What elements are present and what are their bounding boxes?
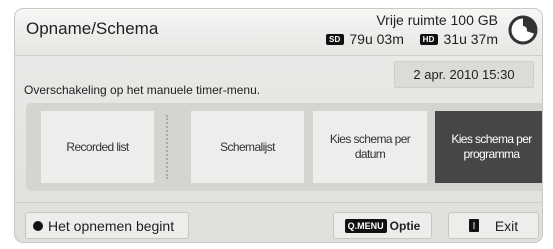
menu-item-schedule-by-date[interactable]: Kies schema per datum [313,111,427,183]
menu-item-recorded-list[interactable]: Recorded list [41,111,154,183]
menu-item-schedule-by-program[interactable]: Kies schema per programma [435,111,542,183]
footer-divider [15,202,542,203]
qmenu-key-badge: Q.MENU [344,218,387,233]
hd-badge: HD [419,34,438,45]
hd-remaining-time: 31u 37m [443,31,498,47]
option-button[interactable]: Q.MENU Optie [333,212,432,239]
header-bar: Opname/Schema Vrije ruimte 100 GB SD 79u… [15,9,542,56]
current-date-time: 2 apr. 2010 15:30 [394,61,534,88]
sd-badge: SD [325,34,344,45]
disc-usage-pie-icon [508,15,538,45]
mode-message: Overschakeling op het manuele timer-menu… [24,83,261,97]
menu-item-label: Kies schema per datum [329,132,411,161]
sd-remaining-time: 79u 03m [349,31,404,47]
menu-item-schedule-list[interactable]: Schemalijst [191,111,304,183]
exit-label: Exit [494,217,519,234]
record-dot-icon [33,220,43,231]
remaining-time-row: SD 79u 03m HD 31u 37m [325,31,498,47]
schedule-menu: Recorded list Schemalijst Kies schema pe… [26,103,542,191]
menu-item-label: Kies schema per programma [451,132,532,161]
menu-separator [166,115,168,179]
page-title: Opname/Schema [26,19,159,38]
start-recording-button[interactable]: Het opnemen begint [25,212,189,239]
exit-key-icon [468,219,479,232]
start-recording-label: Het opnemen begint [48,217,175,234]
menu-item-label: Schemalijst [220,139,275,154]
free-space-label: Vrije ruimte 100 GB [376,12,498,28]
exit-button[interactable]: Exit [448,212,539,239]
recording-schedule-panel: Opname/Schema Vrije ruimte 100 GB SD 79u… [14,8,543,243]
menu-item-label: Recorded list [66,139,129,154]
option-label: Optie [389,218,421,233]
